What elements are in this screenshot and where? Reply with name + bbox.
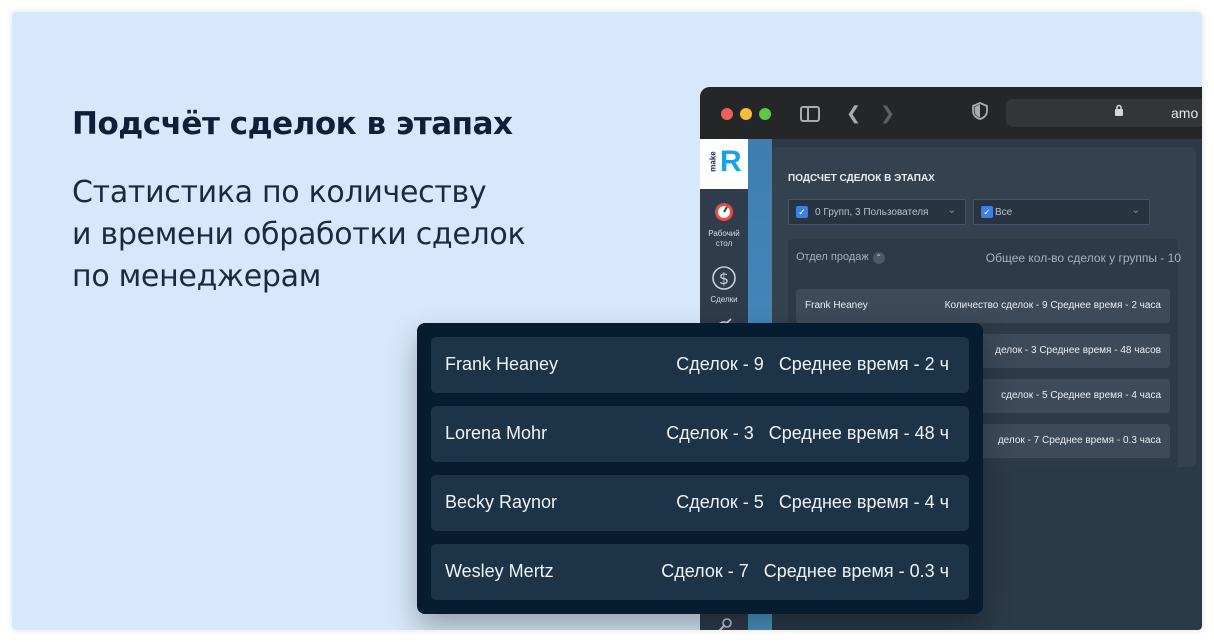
group-total: Общее кол-во сделок у группы - 10: [985, 251, 1181, 265]
deal-count: Сделок - 3: [666, 423, 754, 443]
manager-stats-card: Frank Heaney Сделок - 9 Среднее время - …: [417, 323, 983, 614]
lock-icon: [1114, 104, 1124, 119]
browser-titlebar: ❮ ❯ amo: [700, 87, 1202, 139]
app-logo[interactable]: make R: [700, 139, 748, 189]
manager-stats: Количество сделок - 9 Среднее время - 2 …: [944, 300, 1161, 311]
close-window-button[interactable]: [721, 108, 733, 120]
sidebar-toggle-icon[interactable]: [800, 106, 820, 122]
dashboard-icon[interactable]: [700, 201, 748, 228]
subtitle-line: Статистика по количеству: [72, 175, 487, 210]
manager-name: Lorena Mohr: [445, 423, 548, 443]
manager-name: Frank Heaney: [445, 354, 559, 374]
url-text: amo: [1171, 105, 1199, 121]
manager-stats: Сделок - 3 Среднее время - 48 ч: [666, 423, 949, 444]
average-time: Среднее время - 0.3 ч: [763, 561, 949, 581]
manager-stats: Сделок - 5 Среднее время - 4 ч: [676, 492, 949, 513]
list-item: Becky Raynor Сделок - 5 Среднее время - …: [431, 475, 969, 531]
back-arrow-icon[interactable]: ❮: [846, 103, 861, 123]
minimize-window-button[interactable]: [740, 108, 752, 120]
subtitle-line: и времени обработки сделок: [72, 217, 526, 252]
deal-count: Сделок - 5: [676, 492, 764, 512]
groups-filter-select[interactable]: ✓ 0 Групп, 3 Пользователя ⌄: [788, 199, 966, 225]
logo-letter: R: [720, 145, 742, 178]
deal-count: Сделок - 7: [661, 561, 749, 581]
list-item: Lorena Mohr Сделок - 3 Среднее время - 4…: [431, 406, 969, 462]
manager-stats: делок - 3 Среднее время - 48 часов: [995, 345, 1161, 356]
table-row: Frank Heaney Количество сделок - 9 Средн…: [796, 289, 1170, 323]
manager-stats: делок - 7 Среднее время - 0.3 часа: [997, 435, 1161, 446]
average-time: Среднее время - 2 ч: [778, 354, 949, 374]
group-header[interactable]: Отдел продаж ⌃: [796, 251, 885, 264]
promo-banner: Подсчёт сделок в этапах Статистика по ко…: [12, 12, 1202, 630]
group-name: Отдел продаж: [796, 251, 869, 263]
svg-text:$: $: [719, 269, 729, 288]
sidebar-item-dashboard[interactable]: Рабочий стол: [700, 229, 748, 249]
manager-name: Frank Heaney: [805, 300, 868, 311]
average-time: Среднее время - 48 ч: [768, 423, 949, 443]
subtitle: Статистика по количеству и времени обраб…: [72, 172, 632, 298]
manager-stats: Сделок - 7 Среднее время - 0.3 ч: [661, 561, 949, 582]
chevron-up-icon[interactable]: ⌃: [872, 252, 885, 264]
widget-title: ПОДСЧЕТ СДЕЛОК В ЭТАПАХ: [788, 173, 935, 184]
manager-name: Wesley Mertz: [445, 561, 554, 581]
page-title: Подсчёт сделок в этапах: [72, 106, 513, 142]
manager-name: Becky Raynor: [445, 492, 558, 512]
shield-icon[interactable]: [972, 102, 988, 124]
average-time: Среднее время - 4 ч: [778, 492, 949, 512]
address-bar[interactable]: amo: [1006, 99, 1202, 127]
sidebar-item-deals[interactable]: Сделки: [700, 295, 748, 305]
subtitle-line: по менеджерам: [72, 259, 322, 294]
groups-filter-value: 0 Групп, 3 Пользователя: [815, 207, 929, 218]
forward-arrow-icon[interactable]: ❯: [880, 103, 895, 123]
dollar-icon[interactable]: $: [700, 265, 748, 297]
checkbox-checked-icon[interactable]: ✓: [796, 206, 808, 218]
manager-stats: сделок - 5 Среднее время - 4 часа: [1001, 390, 1161, 401]
list-item: Frank Heaney Сделок - 9 Среднее время - …: [431, 337, 969, 393]
chevron-down-icon: ⌄: [947, 205, 956, 216]
zoom-window-button[interactable]: [759, 108, 771, 120]
stage-filter-value: Все: [995, 207, 1013, 218]
tools-icon[interactable]: [700, 615, 748, 630]
deal-count: Сделок - 9: [676, 354, 764, 374]
stage-filter-select[interactable]: ✓ Все ⌄: [973, 199, 1150, 225]
logo-prefix: make: [708, 151, 718, 172]
manager-stats: Сделок - 9 Среднее время - 2 ч: [676, 354, 949, 375]
list-item: Wesley Mertz Сделок - 7 Среднее время - …: [431, 544, 969, 600]
chevron-down-icon: ⌄: [1131, 205, 1140, 216]
checkbox-checked-icon[interactable]: ✓: [981, 206, 993, 218]
